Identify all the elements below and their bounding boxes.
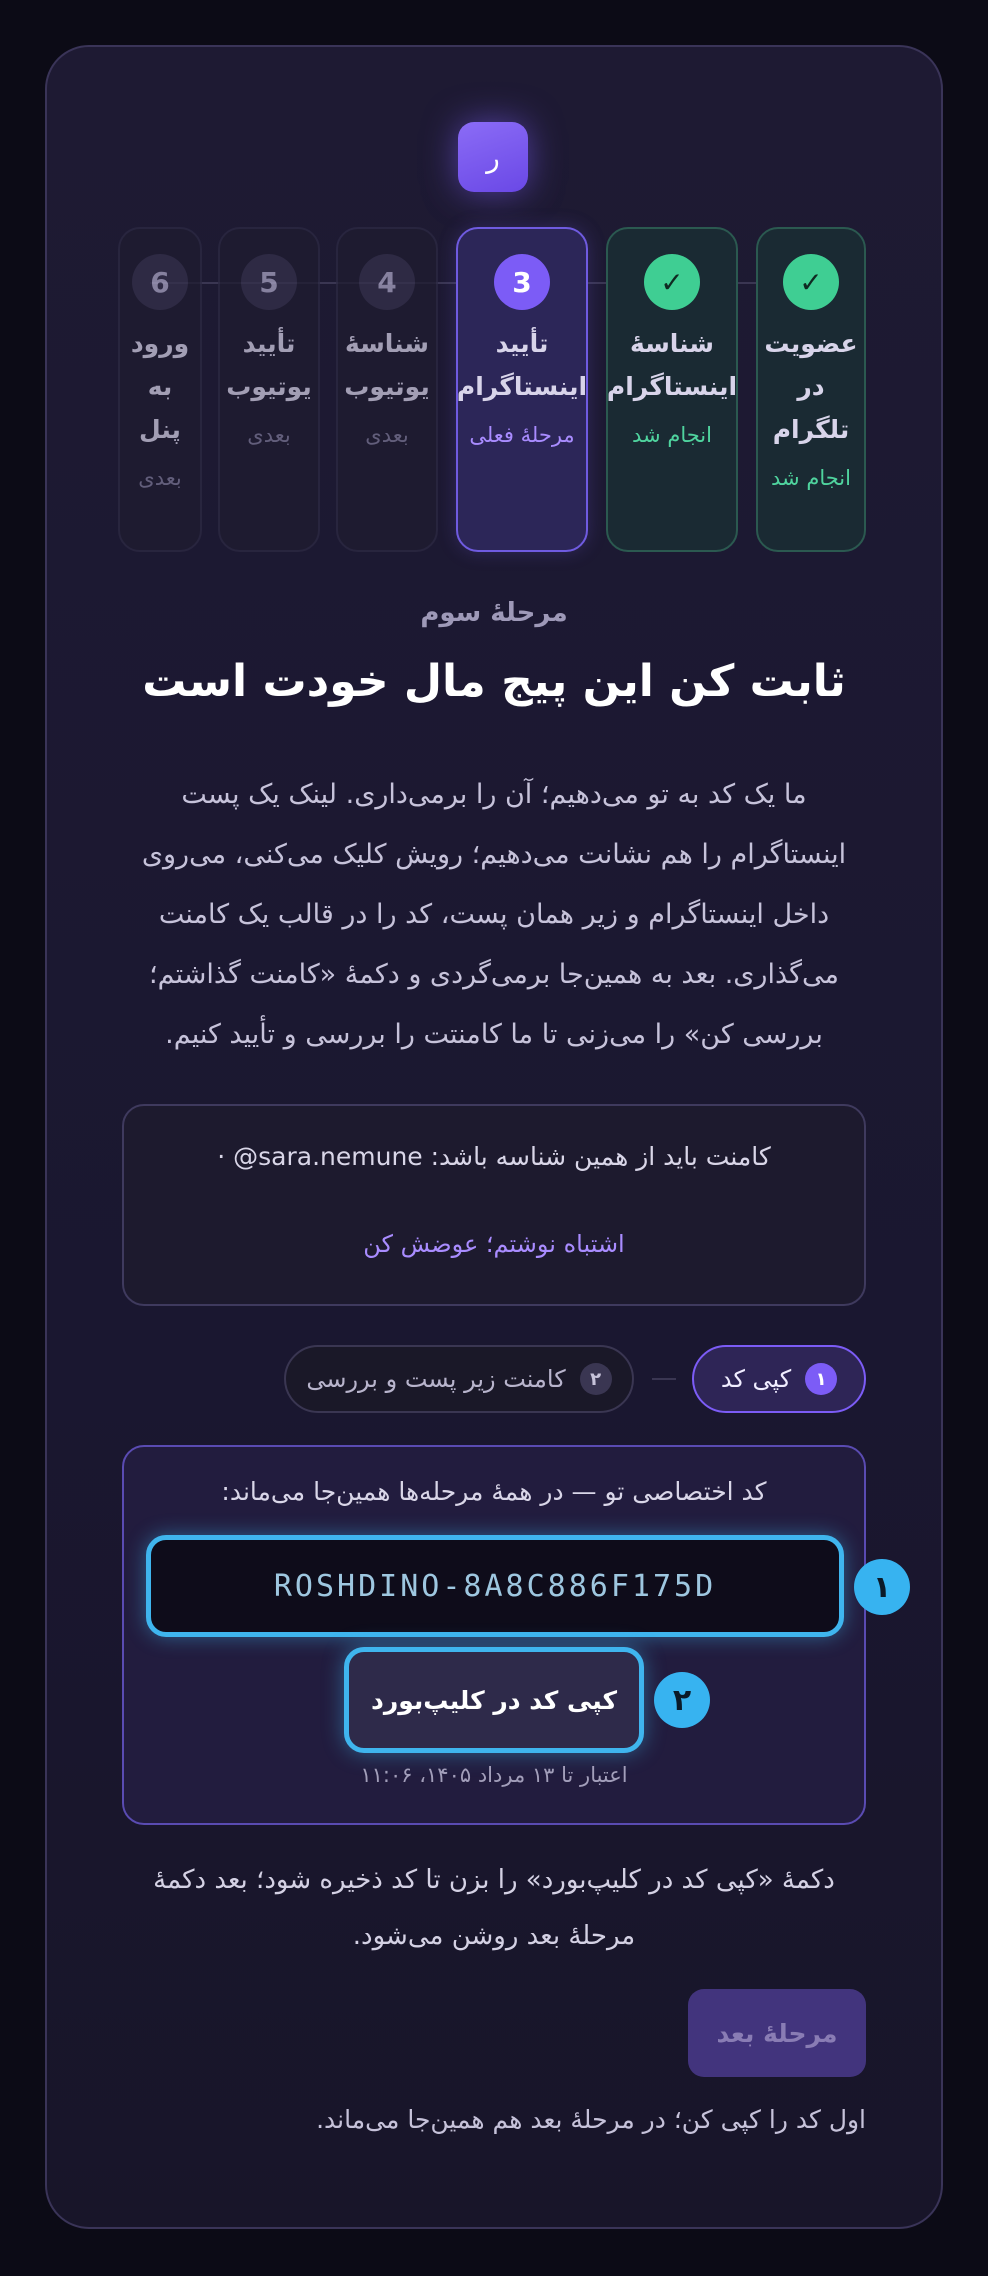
logo-letter: ر [486,140,500,174]
code-box: کد اختصاصی تو — در همهٔ مرحله‌ها همین‌جا… [122,1445,866,1825]
step-number: 3 [494,254,550,310]
handle-box: کامنت باید از همین شناسه باشد: @sara.nem… [122,1104,866,1306]
substep-separator [652,1378,676,1380]
annotation-marker-1: ۱ [854,1559,910,1615]
substep-comment-check[interactable]: ۲ کامنت زیر پست و بررسی [284,1345,634,1413]
step-title: شناسهٔ یوتیوب [344,329,430,401]
substep-label: کپی کد [720,1365,792,1393]
progress-stepper: 6 ورود به پنل بعدی 5 تأیید یوتیوب بعدی 4… [118,227,866,552]
dot-icon: · [217,1142,226,1171]
substep-label: کامنت زیر پست و بررسی [306,1365,566,1393]
copy-code-button[interactable]: کپی کد در کلیپ‌بورد [344,1647,644,1753]
page-title: ثابت کن این پیج مال خودت است [142,656,846,707]
substep-number: ۲ [579,1363,612,1395]
step-number: 6 [132,254,188,310]
app-logo: ر [458,122,528,192]
copy-hint: دکمهٔ «کپی کد در کلیپ‌بورد» را بزن تا کد… [153,1865,835,1951]
verification-code[interactable]: ROSHDINO-8A8C886F175D [146,1535,844,1637]
step-description: ما یک کد به تو می‌دهیم؛ آن را برمی‌داری.… [141,779,847,1050]
substep-copy-code[interactable]: ۱ کپی کد [692,1345,866,1413]
handle-line: کامنت باید از همین شناسه باشد: @sara.nem… [124,1142,864,1171]
step-status: انجام شد [771,466,851,490]
step-panel-login: 6 ورود به پنل بعدی [118,227,202,552]
instagram-handle: @sara.nemune [233,1142,423,1171]
step-youtube-id: 4 شناسهٔ یوتیوب بعدی [336,227,438,552]
step-title: ورود به پنل [130,329,190,444]
step-title: تأیید یوتیوب [226,329,312,401]
step-status: انجام شد [632,423,712,447]
step-telegram-join: ✓ عضویت در تلگرام انجام شد [756,227,866,552]
step-number: 5 [241,254,297,310]
step-eyebrow: مرحلهٔ سوم [420,598,568,628]
step-status: بعدی [365,423,409,447]
step-status: بعدی [138,466,182,490]
step-status: بعدی [247,423,291,447]
step-number: 4 [359,254,415,310]
step-title: تأیید اینستاگرام [456,329,588,401]
code-expiry: اعتبار تا ۱۳ مرداد ۱۴۰۵، ۱۱:۰۶ [360,1763,628,1787]
substep-number: ۱ [805,1363,838,1395]
step-title: عضویت در تلگرام [764,329,858,444]
annotation-marker-2: ۲ [654,1672,710,1728]
step-instagram-verify: 3 تأیید اینستاگرام مرحلهٔ فعلی [456,227,588,552]
next-step-button[interactable]: مرحلهٔ بعد [688,1989,866,2077]
handle-prefix: کامنت باید از همین شناسه باشد: [430,1142,771,1171]
step-status: مرحلهٔ فعلی [469,423,575,447]
code-label: کد اختصاصی تو — در همهٔ مرحله‌ها همین‌جا… [221,1477,767,1506]
check-icon: ✓ [783,254,839,310]
check-icon: ✓ [644,254,700,310]
step-youtube-verify: 5 تأیید یوتیوب بعدی [218,227,320,552]
change-handle-link[interactable]: اشتباه نوشتم؛ عوضش کن [124,1230,864,1258]
footer-note: اول کد را کپی کن؛ در مرحلهٔ بعد هم همین‌… [316,2105,866,2134]
step-title: شناسهٔ اینستاگرام [606,329,738,401]
step-instagram-id: ✓ شناسهٔ اینستاگرام انجام شد [606,227,738,552]
